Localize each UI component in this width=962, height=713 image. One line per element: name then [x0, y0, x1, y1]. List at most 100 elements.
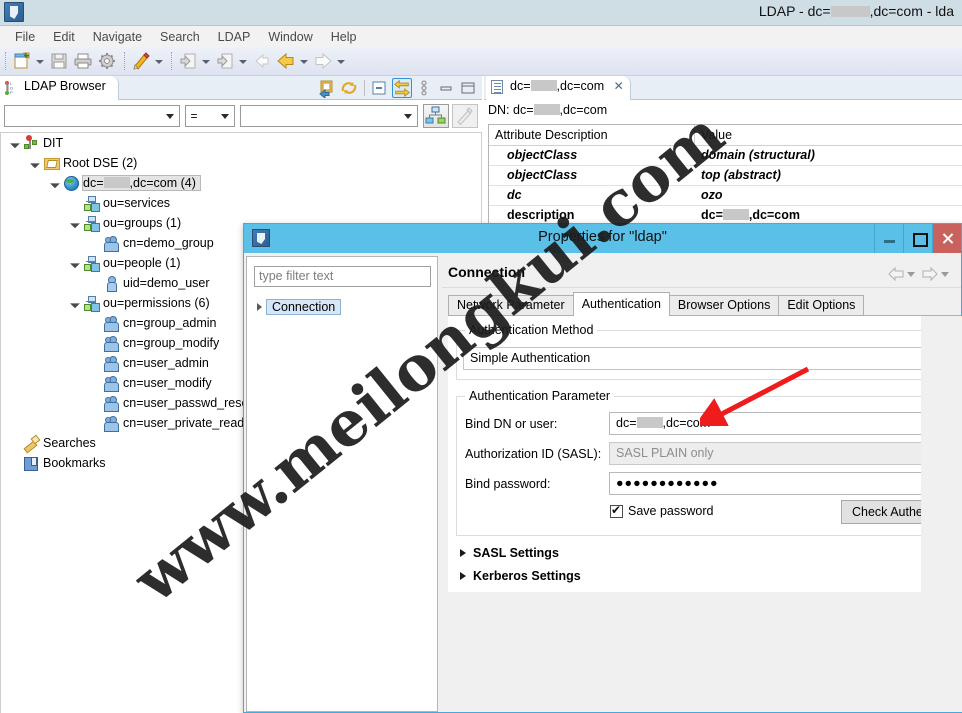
close-button[interactable]	[932, 224, 961, 253]
expand-triangle-icon[interactable]	[253, 297, 266, 317]
collapse-all-icon[interactable]	[370, 78, 390, 98]
bind-dn-input[interactable]: dc= ,dc=com	[609, 412, 960, 435]
tab-network-parameter[interactable]: Network Parameter	[448, 295, 574, 316]
forward-dropdown-icon[interactable]	[941, 271, 949, 277]
filter-input[interactable]: type filter text	[254, 266, 431, 287]
toolbar-separator	[124, 52, 125, 70]
ldif-dropdown-arrow[interactable]	[153, 50, 164, 72]
new-icon[interactable]	[11, 50, 33, 72]
authentication-method-group: Authentication Method Simple Authenticat…	[456, 323, 962, 380]
forward-dropdown-arrow[interactable]	[335, 50, 346, 72]
menu-window[interactable]: Window	[259, 29, 321, 45]
expand-triangle-icon[interactable]	[49, 173, 63, 193]
refresh-icon[interactable]	[339, 78, 359, 98]
redacted-text	[722, 209, 749, 220]
tab-entry-editor[interactable]: dc= ,dc=com ✕	[486, 76, 631, 100]
minimize-icon[interactable]	[436, 78, 456, 98]
chevron-down-icon	[220, 114, 229, 119]
export-icon[interactable]	[214, 50, 236, 72]
ldif-icon[interactable]	[130, 50, 152, 72]
dialog-body: type filter text Connection Connection N…	[244, 253, 962, 712]
expand-triangle-icon[interactable]	[9, 133, 23, 153]
back-dropdown-arrow[interactable]	[298, 50, 309, 72]
maximize-button[interactable]	[903, 224, 932, 253]
tab-browser-options[interactable]: Browser Options	[668, 295, 780, 316]
link-with-selection-icon[interactable]	[392, 78, 412, 98]
new-dropdown-arrow[interactable]	[34, 50, 45, 72]
kerberos-settings-expander[interactable]: Kerberos Settings	[460, 569, 581, 583]
redacted-text	[636, 417, 663, 428]
group-icon	[103, 375, 121, 392]
tree-item[interactable]: dc=,dc=com (4)	[1, 173, 481, 193]
import-icon[interactable]	[177, 50, 199, 72]
apply-filter-icon[interactable]	[423, 104, 449, 128]
link-with-editor-icon[interactable]	[317, 78, 337, 100]
expand-triangle-icon[interactable]	[69, 253, 83, 273]
main-toolbar	[0, 47, 962, 76]
back-icon[interactable]	[275, 50, 297, 72]
forward-arrow-icon[interactable]	[921, 266, 939, 282]
nav-item-connection[interactable]: Connection	[253, 297, 342, 317]
authentication-method-select[interactable]: Simple Authentication	[463, 347, 960, 370]
save-password-checkbox[interactable]: Save password	[610, 503, 713, 518]
tree-item-label: Bookmarks	[43, 456, 106, 470]
tab-authentication[interactable]: Authentication	[572, 292, 670, 316]
expand-triangle-icon[interactable]	[69, 293, 83, 313]
authorization-id-placeholder: SASL PLAIN only	[616, 446, 714, 460]
expand-triangle-icon[interactable]	[69, 213, 83, 233]
minimize-button[interactable]	[874, 224, 903, 253]
menu-search[interactable]: Search	[151, 29, 209, 45]
back-dropdown-icon[interactable]	[907, 271, 915, 277]
menu-edit[interactable]: Edit	[44, 29, 84, 45]
tree-item-label: cn=user_private_read	[123, 416, 245, 430]
properties-dialog: Properties for "ldap" type filter text C…	[243, 223, 962, 713]
sasl-settings-expander[interactable]: SASL Settings	[460, 546, 559, 560]
tree-item-label: Root DSE (2)	[63, 156, 138, 170]
filter-value-combo[interactable]	[239, 105, 418, 127]
authentication-method-label: Authentication Method	[465, 323, 598, 337]
table-row[interactable]: objectClass top (abstract)	[489, 166, 962, 186]
table-row[interactable]: dc ozo	[489, 186, 962, 206]
tree-item[interactable]: Root DSE (2)	[1, 153, 481, 173]
table-row[interactable]: objectClass domain (structural)	[489, 146, 962, 166]
menu-file[interactable]: File	[6, 29, 44, 45]
cell-value: domain (structural)	[701, 148, 815, 162]
tab-edit-options[interactable]: Edit Options	[778, 295, 865, 316]
menu-ldap[interactable]: LDAP	[209, 29, 260, 45]
tree-item[interactable]: DIT	[1, 133, 481, 153]
authorization-id-input[interactable]: SASL PLAIN only	[609, 442, 960, 465]
tree-item[interactable]: ou=services	[1, 193, 481, 213]
save-icon[interactable]	[48, 50, 70, 72]
back-arrow-icon[interactable]	[887, 266, 905, 282]
browser-filter-bar: =	[0, 101, 482, 131]
filter-operator-value: =	[190, 109, 198, 123]
menu-help[interactable]: Help	[322, 29, 366, 45]
filter-attribute-combo[interactable]	[4, 105, 181, 127]
root-dse-icon	[43, 155, 61, 171]
forward-icon[interactable]	[312, 50, 334, 72]
preferences-gear-icon[interactable]	[96, 50, 118, 72]
view-menu-icon[interactable]	[414, 78, 434, 98]
dialog-page-panel: Connection Network Parameter Authenticat…	[442, 256, 962, 712]
redacted-text	[830, 6, 870, 17]
bind-password-input[interactable]: ●●●●●●●●●●●●	[609, 472, 960, 495]
group-icon	[103, 395, 121, 412]
connection-tabs: Network Parameter Authentication Browser…	[448, 292, 961, 316]
close-icon[interactable]: ✕	[614, 79, 624, 93]
filter-operator-combo[interactable]: =	[185, 105, 235, 127]
dialog-nav-panel: type filter text Connection	[246, 256, 438, 712]
window-title: LDAP - dc= ,dc=com - lda	[758, 3, 954, 19]
expand-triangle-icon[interactable]	[29, 153, 43, 173]
maximize-icon[interactable]	[458, 78, 478, 98]
print-icon[interactable]	[72, 50, 94, 72]
bind-password-value: ●●●●●●●●●●●●	[616, 476, 719, 490]
menu-navigate[interactable]: Navigate	[84, 29, 151, 45]
export-dropdown-arrow[interactable]	[237, 50, 248, 72]
app-icon	[4, 2, 24, 22]
import-dropdown-arrow[interactable]	[200, 50, 211, 72]
tab-ldap-browser[interactable]: L D P LDAP Browser	[0, 76, 119, 100]
group-icon	[103, 355, 121, 372]
